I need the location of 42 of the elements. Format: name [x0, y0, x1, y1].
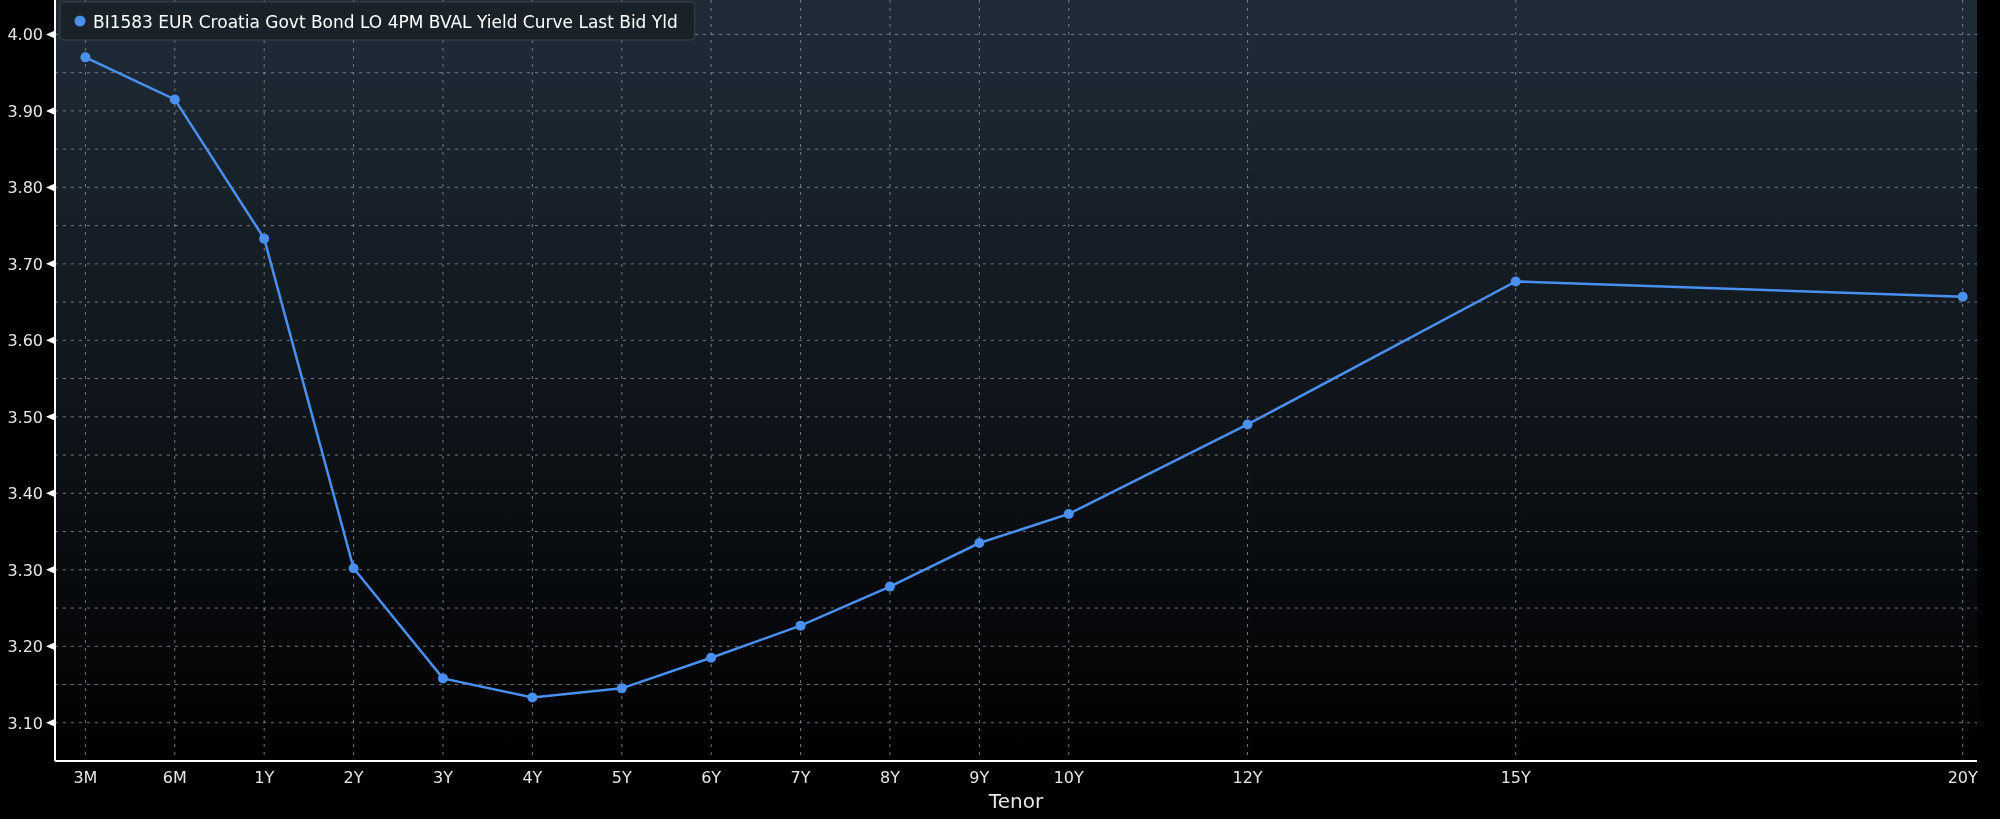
data-point	[348, 563, 359, 574]
y-tick-label: 4.00	[7, 25, 43, 45]
y-tick-label: 3.30	[7, 560, 43, 580]
data-point	[80, 52, 91, 63]
x-tick-label: 7Y	[790, 768, 811, 787]
x-tick-label: 5Y	[611, 768, 632, 787]
y-tick-label: 3.50	[7, 407, 43, 427]
data-point	[706, 652, 717, 663]
x-tick-label: 8Y	[880, 768, 900, 787]
data-point	[259, 233, 270, 244]
x-tick-label: 6M	[162, 768, 187, 787]
x-tick-label: 3M	[73, 768, 98, 787]
data-point	[527, 692, 538, 703]
y-tick-label: 3.80	[7, 178, 43, 198]
data-point	[1063, 508, 1074, 519]
data-point	[974, 538, 985, 549]
data-point	[1957, 291, 1968, 302]
y-tick-label: 3.70	[7, 254, 43, 274]
data-point	[1242, 419, 1253, 430]
x-tick-label: 20Y	[1947, 768, 1978, 787]
data-point	[795, 620, 806, 631]
data-point	[438, 673, 448, 684]
data-point	[169, 94, 180, 105]
data-point	[1510, 276, 1521, 287]
x-tick-label: 9Y	[969, 768, 990, 787]
x-tick-label: 1Y	[254, 768, 275, 787]
x-tick-label: 12Y	[1232, 768, 1263, 787]
x-tick-label: 3Y	[433, 768, 453, 787]
y-tick-label: 3.90	[7, 101, 43, 121]
y-tick-label: 3.40	[7, 484, 43, 504]
legend-label: BI1583 EUR Croatia Govt Bond LO 4PM BVAL Yield Curve Last Bid Yld	[93, 12, 678, 32]
data-point	[616, 683, 627, 694]
data-point	[884, 581, 895, 592]
x-tick-label: 4Y	[522, 768, 543, 787]
x-tick-label: 15Y	[1500, 768, 1531, 787]
x-tick-label: 6Y	[701, 768, 722, 787]
y-tick-label: 3.60	[7, 331, 43, 351]
x-tick-label: 2Y	[343, 768, 364, 787]
x-tick-label: 10Y	[1053, 768, 1084, 787]
y-tick-label: 3.10	[7, 713, 43, 733]
x-axis-title: Tenor	[988, 789, 1044, 813]
y-tick-label: 3.20	[7, 637, 43, 657]
